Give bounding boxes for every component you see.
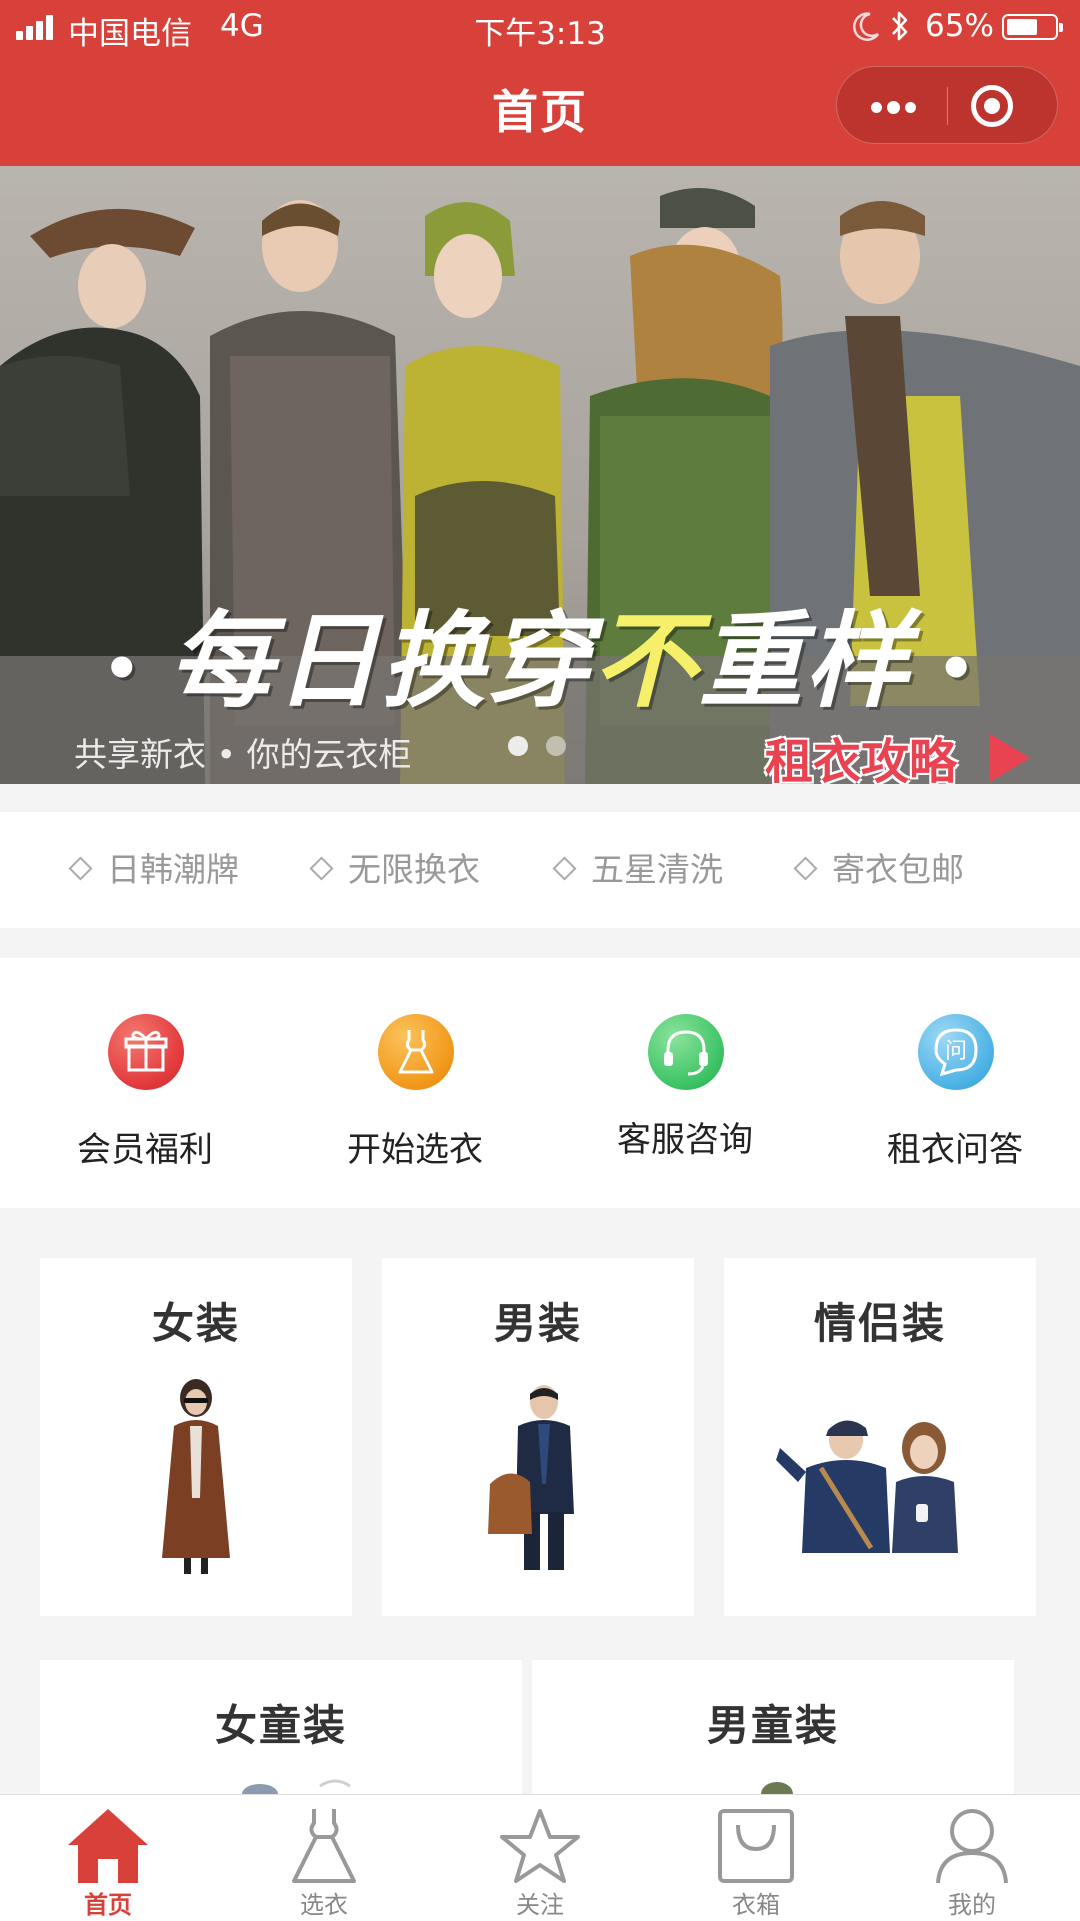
carousel-indicators[interactable] <box>508 736 584 760</box>
headset-icon <box>648 1014 724 1090</box>
bag-icon <box>718 1809 794 1883</box>
category-title: 男装 <box>493 1299 582 1348</box>
feature-item: 日韩潮牌 <box>68 812 239 928</box>
dress-outline-icon <box>292 1809 356 1883</box>
quick-item-customer-service[interactable]: 客服咨询 <box>550 958 820 1208</box>
tab-follow[interactable]: 关注 <box>432 1795 648 1921</box>
dress-icon <box>378 1014 454 1090</box>
tab-label: 选衣 <box>300 1891 348 1919</box>
top-header: 中国电信 4G 下午3:13 65% 首页 <box>0 0 1080 166</box>
tab-choose[interactable]: 选衣 <box>216 1795 432 1921</box>
banner-headline: • 每日换穿不重样 • <box>102 600 978 722</box>
mens-model-image <box>488 1385 574 1570</box>
hero-banner[interactable]: • 每日换穿不重样 • 共享新衣 • 你的云衣柜 租衣攻略 <box>0 166 1080 784</box>
quick-item-label: 开始选衣 <box>347 1130 483 1170</box>
mini-program-capsule <box>836 66 1058 144</box>
tab-label: 衣箱 <box>732 1891 780 1919</box>
diamond-icon <box>309 856 334 881</box>
moon-icon <box>853 12 880 41</box>
womens-model-image <box>162 1379 230 1574</box>
couples-model-image <box>776 1420 958 1553</box>
category-title: 男童装 <box>706 1701 839 1750</box>
tab-label: 首页 <box>84 1891 132 1919</box>
home-icon <box>68 1809 148 1883</box>
tab-wardrobe-box[interactable]: 衣箱 <box>648 1795 864 1921</box>
category-title: 女装 <box>151 1299 240 1348</box>
more-dots-icon[interactable] <box>837 67 947 145</box>
feature-item: 寄衣包邮 <box>793 812 964 928</box>
tab-label: 关注 <box>516 1891 564 1919</box>
tab-home[interactable]: 首页 <box>0 1795 216 1921</box>
quick-menu: 会员福利 开始选衣 客服咨询 问 租衣问答 <box>0 958 1080 1208</box>
quick-item-start-choosing[interactable]: 开始选衣 <box>280 958 550 1208</box>
category-card-womens[interactable]: 女装 <box>40 1258 352 1616</box>
quick-item-label: 会员福利 <box>77 1130 213 1170</box>
diamond-icon <box>68 856 93 881</box>
question-bubble-icon: 问 <box>918 1014 994 1090</box>
rental-guide-link[interactable]: 租衣攻略 <box>765 722 957 784</box>
status-time: 下午3:13 <box>474 16 606 52</box>
tab-me[interactable]: 我的 <box>864 1795 1080 1921</box>
bluetooth-icon <box>892 11 908 41</box>
feature-item: 五星清洗 <box>552 812 723 928</box>
feature-item: 无限换衣 <box>309 812 480 928</box>
category-title: 情侣装 <box>813 1299 946 1348</box>
tab-label: 我的 <box>948 1891 996 1919</box>
category-card-girls[interactable]: 女童装 <box>40 1660 522 1800</box>
gift-icon <box>108 1014 184 1090</box>
quick-item-member-benefits[interactable]: 会员福利 <box>10 958 280 1208</box>
star-icon <box>500 1809 580 1883</box>
carousel-dot[interactable] <box>546 736 566 756</box>
svg-text:问: 问 <box>945 1039 967 1064</box>
quick-item-rental-faq[interactable]: 问 租衣问答 <box>820 958 1080 1208</box>
category-card-couples[interactable]: 情侣装 <box>724 1258 1036 1616</box>
quick-item-label: 客服咨询 <box>617 1120 753 1160</box>
category-title: 女童装 <box>214 1701 347 1750</box>
carousel-dot[interactable] <box>508 736 528 756</box>
battery-percent: 65% <box>925 8 994 44</box>
feature-strip: 日韩潮牌 无限换衣 五星清洗 寄衣包邮 <box>0 812 1080 928</box>
banner-subtitle: 共享新衣 • 你的云衣柜 <box>74 735 412 774</box>
user-icon <box>936 1809 1008 1884</box>
category-card-boys[interactable]: 男童装 <box>532 1660 1014 1800</box>
target-close-icon[interactable] <box>971 85 1013 127</box>
play-arrow-icon[interactable] <box>990 734 1030 782</box>
diamond-icon <box>552 856 577 881</box>
headline-part-2: 重样 <box>699 600 912 722</box>
category-card-mens[interactable]: 男装 <box>382 1258 694 1616</box>
headline-highlight: 不 <box>592 600 699 722</box>
status-bar: 中国电信 4G 下午3:13 65% <box>0 0 1080 56</box>
quick-item-label: 租衣问答 <box>887 1130 1023 1170</box>
diamond-icon <box>793 856 818 881</box>
battery-icon <box>1002 14 1063 40</box>
bottom-tab-bar: 首页 选衣 关注 衣箱 我的 <box>0 1794 1080 1921</box>
headline-part-1: 每日换穿 <box>168 600 593 722</box>
